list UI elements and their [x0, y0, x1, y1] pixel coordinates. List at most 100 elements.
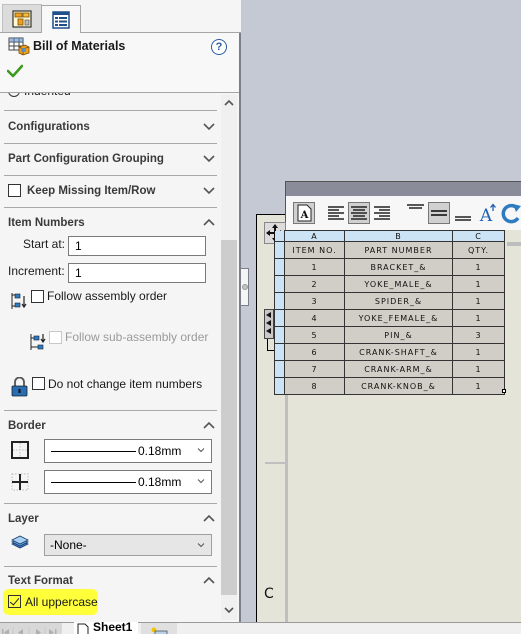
column-letter[interactable]: A: [284, 230, 345, 242]
item-no-cell[interactable]: 5: [284, 326, 345, 344]
part-number-cell[interactable]: CRANK-ARM_&: [344, 360, 453, 378]
row-selector[interactable]: [274, 241, 285, 259]
do-not-change-item-numbers-checkbox[interactable]: [32, 377, 45, 390]
document-font-icon: A: [297, 204, 312, 222]
align-right-icon[interactable]: [372, 202, 394, 224]
start-at-input[interactable]: [68, 236, 206, 256]
chevron-up-icon[interactable]: [202, 513, 216, 523]
row-selector[interactable]: [274, 292, 285, 310]
column-letter[interactable]: B: [344, 230, 453, 242]
formatting-toolbar-titlebar[interactable]: [285, 181, 521, 196]
align-middle-button[interactable]: [428, 202, 450, 224]
row-selector[interactable]: [274, 258, 285, 276]
part-number-cell[interactable]: SPIDER_&: [344, 292, 453, 310]
chevron-up-icon[interactable]: [202, 217, 216, 227]
qty-cell[interactable]: 1: [452, 292, 505, 310]
table-header-icon[interactable]: A: [477, 202, 499, 224]
part-number-cell[interactable]: PIN_&: [344, 326, 453, 344]
qty-cell[interactable]: 1: [452, 343, 505, 361]
sheet-tab-sheet1[interactable]: Sheet1: [74, 622, 138, 634]
scrollbar-thumb[interactable]: [221, 240, 237, 595]
header-cell[interactable]: QTY.: [452, 241, 505, 259]
text-format-section-title[interactable]: Text Format: [8, 575, 73, 587]
item-no-cell[interactable]: 4: [284, 309, 345, 327]
header-cell[interactable]: ITEM NO.: [284, 241, 345, 259]
row-selector[interactable]: [274, 360, 285, 378]
item-no-cell[interactable]: 8: [284, 377, 345, 395]
chevron-down-icon[interactable]: [202, 122, 216, 132]
table-row: 1 BRACKET_& 1: [274, 258, 505, 276]
item-no-cell[interactable]: 6: [284, 343, 345, 361]
align-top-icon[interactable]: [405, 202, 427, 224]
layer-dropdown[interactable]: -None-: [44, 534, 212, 556]
row-selector[interactable]: [274, 377, 285, 395]
increment-input[interactable]: [68, 263, 206, 283]
scroll-up-button[interactable]: [221, 95, 237, 111]
layer-section-title[interactable]: Layer: [8, 513, 39, 525]
part-number-cell[interactable]: CRANK-SHAFT_&: [344, 343, 453, 361]
qty-cell[interactable]: 3: [452, 326, 505, 344]
ok-checkmark-icon[interactable]: [7, 64, 23, 78]
item-no-cell[interactable]: 2: [284, 275, 345, 293]
keep-missing-section-title[interactable]: Keep Missing Item/Row: [27, 185, 155, 197]
box-border-dropdown[interactable]: 0.18mm: [44, 439, 212, 463]
start-at-label: Start at:: [23, 237, 66, 251]
align-left-icon[interactable]: [326, 202, 348, 224]
follow-subassembly-order-checkbox[interactable]: [49, 331, 62, 344]
grid-border-icon: [11, 473, 29, 491]
row-group-handle[interactable]: [264, 309, 274, 339]
property-manager-scrollbar[interactable]: [221, 95, 237, 620]
part-number-cell[interactable]: YOKE_MALE_&: [344, 275, 453, 293]
follow-assembly-order-checkbox[interactable]: [31, 290, 44, 303]
row-selector[interactable]: [274, 343, 285, 361]
table-row: 3 SPIDER_& 1: [274, 292, 505, 310]
qty-cell[interactable]: 1: [452, 377, 505, 395]
qty-cell[interactable]: 1: [452, 309, 505, 327]
property-manager-title: Bill of Materials: [33, 39, 126, 53]
part-number-cell[interactable]: YOKE_FEMALE_&: [344, 309, 453, 327]
box-border-value: 0.18mm: [138, 444, 182, 458]
item-no-cell[interactable]: 3: [284, 292, 345, 310]
header-cell[interactable]: PART NUMBER: [344, 241, 453, 259]
part-config-grouping-section-title[interactable]: Part Configuration Grouping: [8, 153, 164, 165]
chevron-down-icon: [224, 607, 234, 614]
item-no-cell[interactable]: 1: [284, 258, 345, 276]
chevron-up-icon[interactable]: [202, 420, 216, 430]
add-sheet-button[interactable]: [141, 623, 177, 634]
keep-missing-checkbox[interactable]: [8, 184, 21, 197]
align-bottom-icon[interactable]: [453, 202, 475, 224]
row-selector[interactable]: [274, 309, 285, 327]
row-selector[interactable]: [274, 326, 285, 344]
item-numbers-section-title[interactable]: Item Numbers: [8, 217, 85, 229]
refresh-icon[interactable]: [500, 202, 521, 224]
qty-cell[interactable]: 1: [452, 258, 505, 276]
indented-radio[interactable]: [8, 93, 20, 97]
row-selector[interactable]: [274, 275, 285, 293]
zone-tick: [265, 462, 285, 464]
use-document-font-button[interactable]: A: [293, 202, 315, 224]
configurations-section-title[interactable]: Configurations: [8, 121, 90, 133]
part-number-cell[interactable]: CRANK-KNOB_&: [344, 377, 453, 395]
panel-splitter-handle[interactable]: [241, 268, 249, 306]
part-number-cell[interactable]: BRACKET_&: [344, 258, 453, 276]
table-resize-handle[interactable]: [502, 389, 506, 393]
column-letter[interactable]: C: [452, 230, 505, 242]
grid-border-dropdown[interactable]: 0.18mm: [44, 470, 212, 494]
tab-configuration-manager[interactable]: [2, 4, 42, 32]
border-section-title[interactable]: Border: [8, 420, 46, 432]
chevron-down-icon[interactable]: [202, 154, 216, 164]
tab-property-manager[interactable]: [41, 5, 81, 33]
scroll-down-button[interactable]: [221, 602, 237, 618]
chevron-down-icon[interactable]: [202, 186, 216, 196]
manager-tabs: [0, 0, 241, 33]
svg-text:A: A: [479, 206, 493, 224]
section-divider: [4, 410, 217, 411]
qty-cell[interactable]: 1: [452, 275, 505, 293]
all-uppercase-checkbox[interactable]: [8, 595, 21, 608]
qty-cell[interactable]: 1: [452, 360, 505, 378]
align-center-button[interactable]: [348, 202, 370, 224]
chevron-up-icon[interactable]: [202, 575, 216, 585]
sheet-nav-buttons[interactable]: [0, 623, 62, 634]
item-no-cell[interactable]: 7: [284, 360, 345, 378]
help-icon[interactable]: ?: [211, 39, 227, 55]
